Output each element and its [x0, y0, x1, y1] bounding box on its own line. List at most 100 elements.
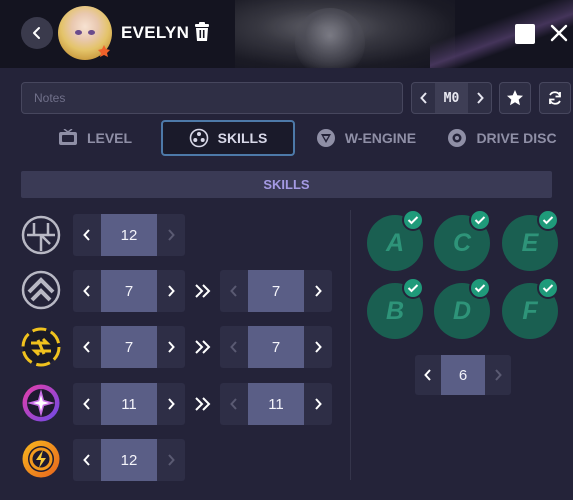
tab-drive-disc[interactable]: DRIVE DISC: [447, 120, 557, 156]
tab-level[interactable]: LEVEL: [45, 120, 145, 156]
chevron-left-icon: [424, 369, 431, 381]
increment-button[interactable]: [304, 270, 332, 312]
core-skill-label: E: [521, 228, 539, 257]
chevron-left-icon: [83, 341, 90, 353]
chevron-right-icon: [168, 398, 175, 410]
trash-icon[interactable]: [193, 22, 211, 42]
assist-target-value: 7: [248, 326, 304, 368]
tab-level-label: LEVEL: [86, 130, 133, 146]
chevron-right-icon: [315, 398, 322, 410]
notes-input[interactable]: [21, 82, 403, 114]
core-skill-f[interactable]: F: [502, 277, 559, 339]
core-skill-e[interactable]: E: [502, 209, 559, 271]
decrement-button[interactable]: [220, 270, 248, 312]
decrement-button[interactable]: [73, 214, 101, 256]
chevron-right-icon: [168, 285, 175, 297]
increment-button[interactable]: [304, 383, 332, 425]
chevron-right-icon: [315, 341, 322, 353]
chain-attack-level-stepper: 12: [73, 439, 185, 481]
core-skill-a[interactable]: A: [367, 209, 424, 271]
core-skill-label: B: [385, 296, 405, 325]
increment-button[interactable]: [485, 355, 511, 395]
increment-button[interactable]: [304, 326, 332, 368]
drive-disc-icon: [448, 129, 467, 147]
tv-icon: [58, 129, 77, 145]
header-character-art: [235, 0, 455, 68]
core-skill-b[interactable]: B: [367, 277, 424, 339]
assist-current-stepper: 7: [73, 326, 185, 368]
refresh-button[interactable]: [539, 82, 571, 114]
chevron-left-icon: [33, 27, 40, 39]
star-icon: [507, 90, 523, 106]
special-attack-target-stepper: 11: [220, 383, 332, 425]
decrement-button[interactable]: [415, 355, 441, 395]
back-button[interactable]: [21, 17, 53, 49]
core-skill-c[interactable]: C: [434, 209, 491, 271]
chevron-left-icon: [419, 92, 427, 104]
decrement-button[interactable]: [73, 326, 101, 368]
section-title-bar: SKILLS: [21, 171, 552, 198]
chevron-right-icon: [315, 285, 322, 297]
decrement-button[interactable]: [220, 383, 248, 425]
core-skill-label: A: [385, 228, 405, 257]
decrement-button[interactable]: [73, 270, 101, 312]
special-attack-target-value: 11: [248, 383, 304, 425]
favorite-button[interactable]: [499, 82, 531, 114]
chevron-left-icon: [83, 229, 90, 241]
dodge-target-stepper: 7: [220, 270, 332, 312]
select-checkbox[interactable]: [515, 24, 535, 44]
section-title: SKILLS: [263, 177, 310, 192]
increment-button[interactable]: [157, 214, 185, 256]
dodge-current-value: 7: [101, 270, 157, 312]
core-skill-level-value: 6: [441, 355, 485, 395]
core-skill-label: C: [452, 228, 472, 257]
tab-skills-label: SKILLS: [217, 130, 268, 146]
chevron-right-icon: [168, 341, 175, 353]
check-icon: [469, 277, 491, 299]
tab-w-engine-label: W-ENGINE: [344, 130, 417, 146]
decrement-button[interactable]: [73, 439, 101, 481]
chain-attack-icon: [22, 440, 60, 478]
mindscape-value: M0: [435, 83, 468, 113]
check-icon: [469, 209, 491, 231]
chain-attack-level-value: 12: [101, 439, 157, 481]
dodge-current-stepper: 7: [73, 270, 185, 312]
chevron-left-icon: [230, 285, 237, 297]
increment-button[interactable]: [157, 326, 185, 368]
check-icon: [402, 277, 424, 299]
chevron-left-icon: [83, 398, 90, 410]
close-icon[interactable]: [548, 22, 570, 44]
avatar-eye: [75, 30, 82, 35]
chevron-right-icon: [168, 229, 175, 241]
decrement-button[interactable]: [220, 326, 248, 368]
w-engine-icon: [316, 129, 335, 147]
tab-skills[interactable]: SKILLS: [161, 120, 295, 156]
chevron-left-icon: [230, 341, 237, 353]
basic-attack-icon: [21, 215, 61, 255]
basic-attack-level-stepper: 12: [73, 214, 185, 256]
special-attack-icon: [22, 384, 60, 422]
check-icon: [537, 277, 559, 299]
core-skill-d[interactable]: D: [434, 277, 491, 339]
increment-button[interactable]: [157, 270, 185, 312]
decrement-button[interactable]: [73, 383, 101, 425]
check-icon: [402, 209, 424, 231]
header-bar: EVELYN: [0, 0, 573, 68]
core-skill-label: D: [452, 296, 472, 325]
avatar-eye: [88, 30, 95, 35]
tab-w-engine[interactable]: W-ENGINE: [310, 120, 422, 156]
core-skill-label: F: [522, 296, 538, 325]
basic-attack-level-value: 12: [101, 214, 157, 256]
mindscape-increment-button[interactable]: [468, 83, 491, 113]
assist-icon: [21, 327, 61, 367]
increment-button[interactable]: [157, 383, 185, 425]
assist-target-stepper: 7: [220, 326, 332, 368]
skills-icon: [189, 128, 208, 148]
assist-current-value: 7: [101, 326, 157, 368]
special-attack-current-value: 11: [101, 383, 157, 425]
check-icon: [537, 209, 559, 231]
chevron-right-icon: [168, 454, 175, 466]
double-chevron-right-icon: [195, 284, 211, 298]
increment-button[interactable]: [157, 439, 185, 481]
mindscape-decrement-button[interactable]: [412, 83, 435, 113]
